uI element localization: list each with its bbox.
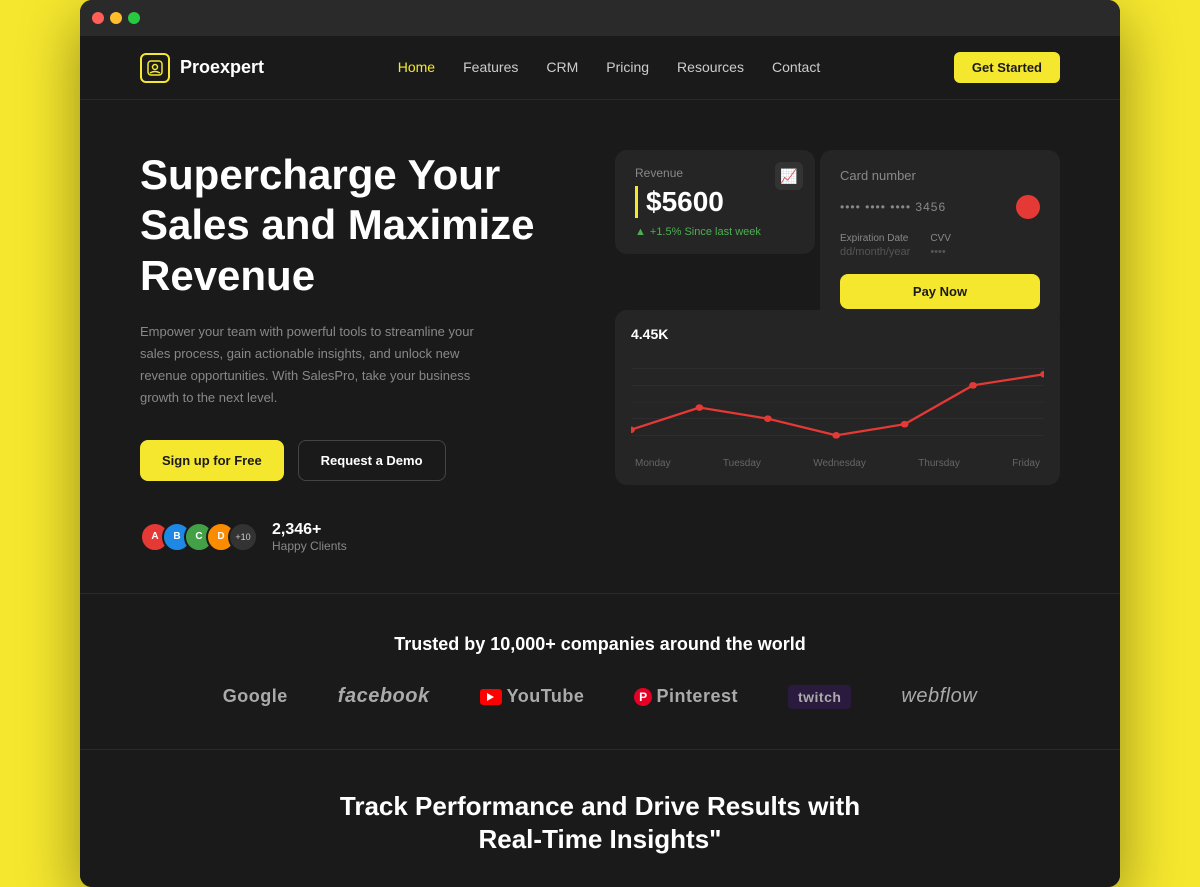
clients-label: Happy Clients	[272, 539, 347, 553]
arrow-up-icon: ▲	[635, 226, 646, 238]
get-started-button[interactable]: Get Started	[954, 52, 1060, 83]
maximize-button[interactable]	[128, 12, 140, 24]
chart-label-monday: Monday	[635, 458, 671, 469]
chart-area	[631, 352, 1044, 452]
bottom-section: Track Performance and Drive Results with…	[80, 749, 1120, 887]
clients-count: 2,346+	[272, 521, 347, 539]
expiry-field: Expiration Date dd/month/year	[840, 233, 910, 258]
pinterest-icon: P	[634, 688, 652, 706]
demo-button[interactable]: Request a Demo	[298, 440, 446, 481]
youtube-icon	[480, 689, 502, 705]
logo-icon	[140, 53, 170, 83]
signup-button[interactable]: Sign up for Free	[140, 440, 284, 481]
nav-crm[interactable]: CRM	[546, 59, 578, 75]
brand-webflow: webflow	[901, 685, 977, 708]
trusted-section: Trusted by 10,000+ companies around the …	[80, 593, 1120, 749]
avatars: A B C D +10	[140, 522, 258, 552]
revenue-card: Revenue $5600 ▲ +1.5% Since last week 📈	[615, 150, 815, 254]
nav-contact[interactable]: Contact	[772, 59, 820, 75]
nav-features[interactable]: Features	[463, 59, 518, 75]
pay-now-button[interactable]: Pay Now	[840, 274, 1040, 309]
nav-pricing[interactable]: Pricing	[606, 59, 649, 75]
close-button[interactable]	[92, 12, 104, 24]
cvv-field: CVV ••••	[930, 233, 951, 258]
brand-twitch: twitch	[788, 685, 851, 709]
logo-text: Proexpert	[180, 57, 264, 78]
card-number: •••• •••• •••• 3456	[840, 200, 946, 214]
navbar: Proexpert Home Features CRM Pricing Reso…	[80, 36, 1120, 100]
chart-label-wednesday: Wednesday	[813, 458, 866, 469]
nav-home[interactable]: Home	[398, 59, 435, 75]
brand-google: Google	[223, 686, 288, 707]
expiry-cvv-row: Expiration Date dd/month/year CVV ••••	[840, 233, 1040, 258]
brand-youtube: YouTube	[480, 686, 585, 707]
revenue-value: $5600	[635, 186, 795, 218]
clients-row: A B C D +10 2,346+ Happy Clients	[140, 521, 585, 553]
hero-buttons: Sign up for Free Request a Demo	[140, 440, 585, 481]
chart-x-labels: Monday Tuesday Wednesday Thursday Friday	[631, 458, 1044, 469]
trusted-title: Trusted by 10,000+ companies around the …	[140, 634, 1060, 655]
browser-window: Proexpert Home Features CRM Pricing Reso…	[80, 0, 1120, 887]
chart-label-tuesday: Tuesday	[723, 458, 761, 469]
avatar-count: +10	[228, 522, 258, 552]
card-number-row: •••• •••• •••• 3456	[840, 195, 1040, 219]
revenue-change: ▲ +1.5% Since last week	[635, 226, 795, 238]
hero-section: Supercharge Your Sales and Maximize Reve…	[80, 100, 1120, 593]
hero-left: Supercharge Your Sales and Maximize Reve…	[140, 150, 585, 553]
card-brand-icon	[1016, 195, 1040, 219]
logo[interactable]: Proexpert	[140, 53, 264, 83]
brand-pinterest: P Pinterest	[634, 686, 738, 707]
nav-resources[interactable]: Resources	[677, 59, 744, 75]
chart-value: 4.45K	[631, 326, 1044, 342]
clients-info: 2,346+ Happy Clients	[272, 521, 347, 553]
chart-label-friday: Friday	[1012, 458, 1040, 469]
brand-facebook: facebook	[338, 685, 430, 708]
revenue-icon: 📈	[775, 162, 803, 190]
hero-right: Revenue $5600 ▲ +1.5% Since last week 📈 …	[615, 150, 1060, 553]
card-title: Card number	[840, 168, 1040, 183]
minimize-button[interactable]	[110, 12, 122, 24]
chart-label-thursday: Thursday	[918, 458, 960, 469]
revenue-label: Revenue	[635, 166, 795, 180]
browser-titlebar	[80, 0, 1120, 36]
brands-row: Google facebook YouTube P Pinterest twit…	[140, 685, 1060, 709]
hero-description: Empower your team with powerful tools to…	[140, 321, 500, 409]
hero-title: Supercharge Your Sales and Maximize Reve…	[140, 150, 585, 301]
nav-links: Home Features CRM Pricing Resources Cont…	[398, 59, 820, 77]
payment-card: Card number •••• •••• •••• 3456 Expirati…	[820, 150, 1060, 327]
bottom-title: Track Performance and Drive Results with…	[140, 790, 1060, 858]
chart-card: 4.45K	[615, 310, 1060, 485]
